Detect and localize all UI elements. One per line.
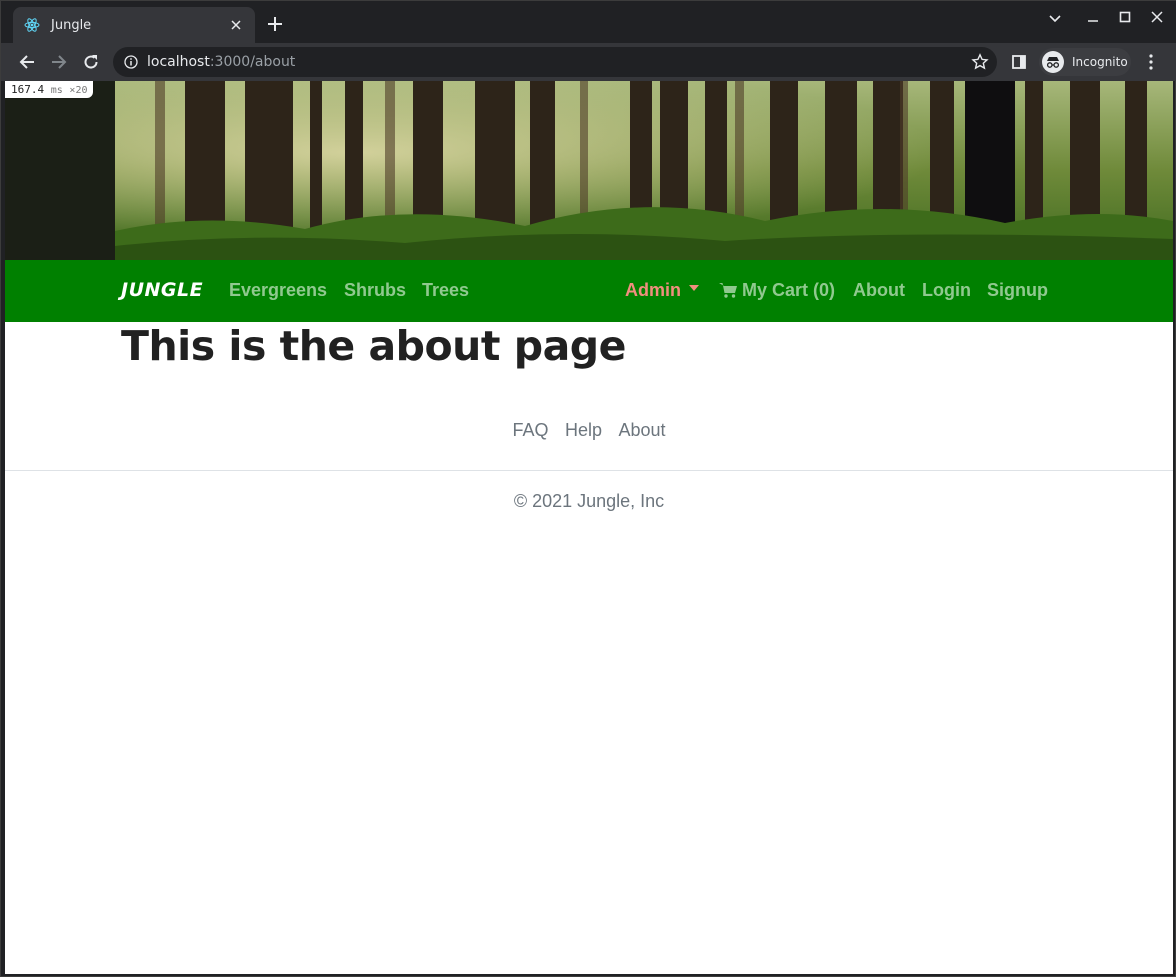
cart-label: My Cart (0) bbox=[742, 280, 836, 300]
incognito-label: Incognito bbox=[1072, 55, 1128, 69]
admin-dropdown[interactable]: Admin bbox=[625, 280, 699, 301]
tab-search-icon[interactable] bbox=[1044, 11, 1066, 27]
nav-link-evergreens[interactable]: Evergreens bbox=[229, 280, 327, 301]
nav-link-shrubs[interactable]: Shrubs bbox=[344, 280, 406, 301]
footer-link-help[interactable]: Help bbox=[565, 420, 602, 440]
page-title: This is the about page bbox=[121, 322, 626, 370]
close-window-button[interactable] bbox=[1146, 11, 1168, 27]
menu-kebab-icon[interactable] bbox=[1139, 50, 1163, 74]
address-bar[interactable]: localhost:3000/about bbox=[113, 47, 997, 77]
react-favicon-icon bbox=[23, 16, 41, 34]
forest-hero-image bbox=[5, 81, 1173, 260]
new-tab-button[interactable] bbox=[264, 13, 286, 35]
url-path: :3000/about bbox=[209, 54, 296, 70]
perf-value: 167.4 bbox=[11, 83, 45, 96]
close-tab-icon[interactable] bbox=[227, 16, 245, 34]
admin-label: Admin bbox=[625, 280, 681, 300]
nav-link-trees[interactable]: Trees bbox=[422, 280, 469, 301]
perf-multiplier: ×20 bbox=[69, 85, 88, 96]
side-panel-icon[interactable] bbox=[1007, 50, 1031, 74]
url-host: localhost bbox=[147, 54, 210, 70]
footer-link-about[interactable]: About bbox=[618, 420, 665, 440]
shopping-cart-icon bbox=[719, 282, 738, 303]
tab-strip: Jungle bbox=[1, 1, 1176, 43]
maximize-button[interactable] bbox=[1114, 11, 1136, 27]
nav-link-login[interactable]: Login bbox=[922, 280, 971, 301]
reload-button[interactable] bbox=[79, 50, 103, 74]
bookmark-star-icon[interactable] bbox=[971, 53, 989, 71]
site-navbar: JUNGLE Evergreens Shrubs Trees Admin My … bbox=[5, 260, 1173, 322]
back-button[interactable] bbox=[15, 50, 39, 74]
tab-title: Jungle bbox=[51, 17, 92, 33]
incognito-profile-button[interactable]: Incognito bbox=[1039, 48, 1131, 76]
browser-window: Jungle localhost:3000/about Incognito 1… bbox=[0, 0, 1176, 977]
info-icon[interactable] bbox=[123, 54, 139, 70]
browser-tab[interactable]: Jungle bbox=[13, 7, 255, 43]
incognito-icon bbox=[1042, 51, 1064, 73]
caret-down-icon bbox=[689, 285, 699, 292]
nav-link-signup[interactable]: Signup bbox=[987, 280, 1048, 301]
copyright-text: © 2021 Jungle, Inc bbox=[513, 491, 665, 511]
browser-toolbar: localhost:3000/about Incognito bbox=[1, 43, 1176, 81]
nav-link-cart[interactable]: My Cart (0) bbox=[719, 280, 835, 303]
perf-overlay: 167.4 ms ×20 bbox=[5, 81, 94, 98]
perf-unit: ms bbox=[50, 85, 63, 96]
page-viewport: 167.4 ms ×20 JUNGLE Evergreens Shrubs Tr… bbox=[5, 81, 1173, 974]
forward-button[interactable] bbox=[47, 50, 71, 74]
brand-logo[interactable]: JUNGLE bbox=[121, 279, 203, 301]
footer-nav: FAQ Help About bbox=[5, 420, 1173, 441]
nav-link-about[interactable]: About bbox=[853, 280, 905, 301]
footer-divider bbox=[5, 470, 1173, 471]
minimize-button[interactable] bbox=[1082, 11, 1104, 27]
footer-link-faq[interactable]: FAQ bbox=[513, 420, 549, 440]
